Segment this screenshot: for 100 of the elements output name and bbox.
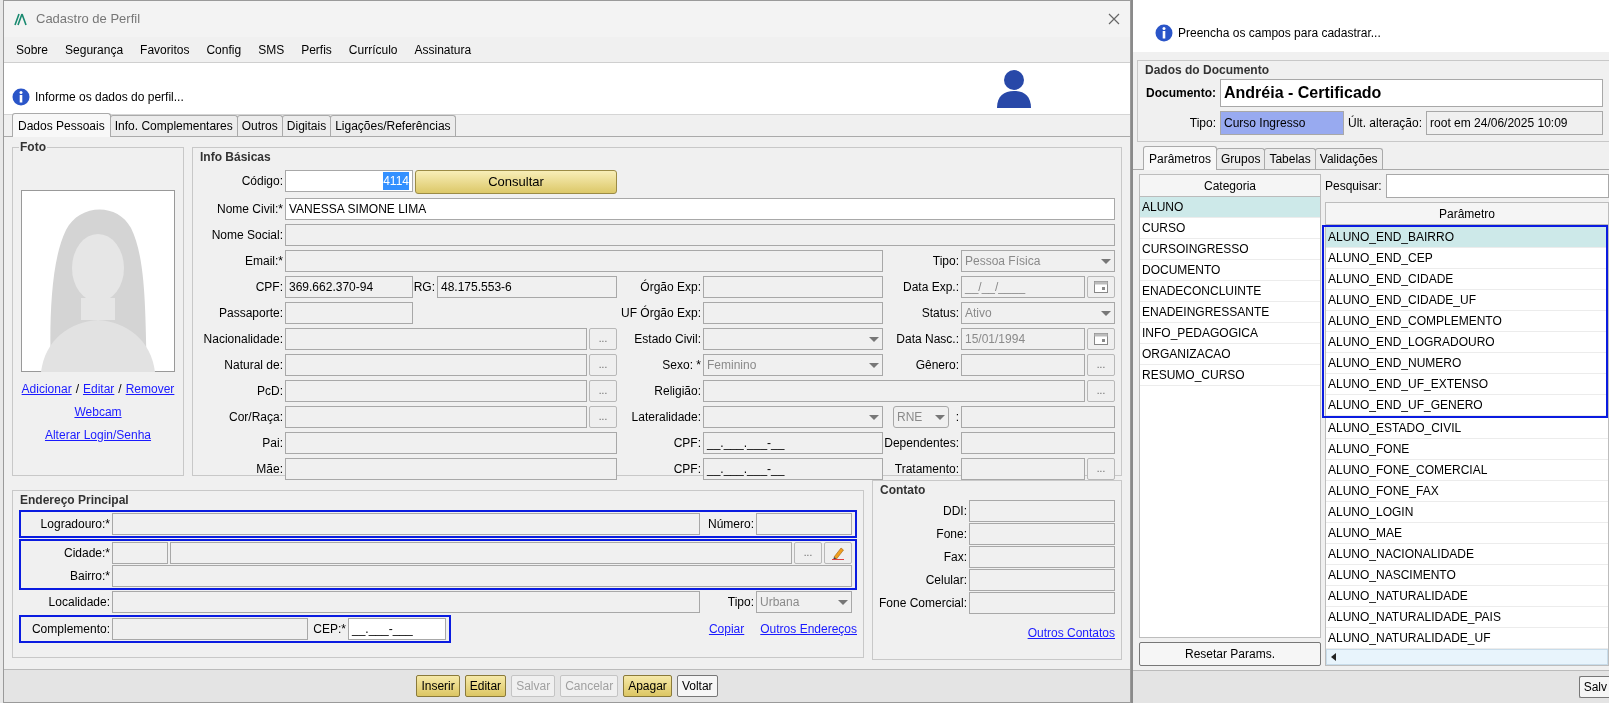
link[interactable]: Remover bbox=[125, 380, 175, 398]
field-label: Estado Civil: bbox=[633, 331, 701, 348]
input-field[interactable] bbox=[969, 569, 1115, 591]
close-icon[interactable] bbox=[1108, 13, 1120, 25]
table-row[interactable]: ALUNO_ESTADO_CIVIL bbox=[1326, 418, 1608, 439]
menu-item[interactable]: Config bbox=[206, 40, 242, 59]
table-row[interactable]: ALUNO_FONE bbox=[1326, 439, 1608, 460]
list-item[interactable]: CURSO bbox=[1140, 218, 1320, 239]
input-field[interactable] bbox=[969, 546, 1115, 568]
save-button[interactable]: Salv bbox=[1578, 676, 1609, 698]
tab[interactable]: Validações bbox=[1314, 148, 1383, 169]
list-item[interactable]: ENADECONCLUINTE bbox=[1140, 281, 1320, 302]
logo-icon bbox=[14, 12, 28, 26]
tab[interactable]: Dados Pessoais bbox=[12, 113, 111, 137]
table-row[interactable]: ALUNO_END_LOGRADOURO bbox=[1326, 332, 1606, 353]
list-item[interactable]: DOCUMENTO bbox=[1140, 260, 1320, 281]
field-label: Gênero: bbox=[914, 357, 959, 374]
field-label: CEP:* bbox=[312, 621, 346, 638]
action-button[interactable]: Apagar bbox=[623, 675, 672, 697]
search-field[interactable] bbox=[1385, 174, 1609, 198]
input-field[interactable] bbox=[969, 500, 1115, 522]
table-row[interactable]: ALUNO_END_NUMERO bbox=[1326, 353, 1606, 374]
info-icon bbox=[12, 88, 30, 106]
calendar-button[interactable] bbox=[1087, 328, 1115, 350]
input-field[interactable]: __.___-___ bbox=[348, 618, 446, 640]
table-row[interactable]: ALUNO_LOGIN bbox=[1326, 502, 1608, 523]
table-row[interactable]: ALUNO_END_UF_EXTENSO bbox=[1326, 374, 1606, 395]
table-row[interactable]: ALUNO_END_COMPLEMENTO bbox=[1326, 311, 1606, 332]
menu-item[interactable]: Sobre bbox=[16, 40, 49, 59]
ellipsis-button[interactable]: ... bbox=[1087, 354, 1115, 376]
list-item[interactable]: CURSOINGRESSO bbox=[1140, 239, 1320, 260]
calendar-button[interactable] bbox=[1087, 276, 1115, 298]
field-label: Órgão Exp: bbox=[639, 278, 701, 296]
field-label: CPF: bbox=[254, 279, 283, 296]
table-row[interactable]: ALUNO_END_CIDADE_UF bbox=[1326, 290, 1606, 311]
ellipsis-button[interactable]: ... bbox=[1087, 458, 1115, 480]
field-label: Localidade: bbox=[47, 594, 110, 611]
menu-item[interactable]: Segurança bbox=[65, 40, 124, 59]
window-title: Cadastro de Perfil bbox=[36, 10, 141, 29]
reset-button[interactable]: Resetar Params. bbox=[1139, 642, 1321, 666]
ellipsis-button[interactable]: ... bbox=[1087, 380, 1115, 402]
field-label: Fone Comercial: bbox=[879, 595, 968, 612]
field-label: Últ. alteração: bbox=[1348, 114, 1423, 132]
list-item[interactable]: ORGANIZACAO bbox=[1140, 344, 1320, 365]
table-row[interactable]: ALUNO_FONE_FAX bbox=[1326, 481, 1608, 502]
link[interactable]: Alterar Login/Senha bbox=[44, 426, 152, 444]
link[interactable]: Webcam bbox=[74, 403, 122, 421]
menu-item[interactable]: Favoritos bbox=[140, 40, 190, 59]
table-row[interactable]: ALUNO_END_CIDADE bbox=[1326, 269, 1606, 290]
table-row[interactable]: ALUNO_END_UF_GENERO bbox=[1326, 395, 1606, 416]
input-field[interactable] bbox=[969, 592, 1115, 614]
info-icon bbox=[1155, 24, 1173, 42]
input-field[interactable]: VANESSA SIMONE LIMA bbox=[285, 198, 1115, 220]
tab[interactable]: Outros bbox=[236, 115, 283, 136]
menu-item[interactable]: SMS bbox=[258, 40, 285, 59]
tab[interactable]: Ligações/Referências bbox=[330, 115, 456, 136]
input-field[interactable]: Curso Ingresso bbox=[1220, 111, 1344, 135]
field-label: Natural de: bbox=[223, 357, 283, 374]
link[interactable]: Adicionar bbox=[21, 380, 72, 398]
link[interactable]: Copiar bbox=[708, 619, 745, 638]
tab[interactable]: Grupos bbox=[1216, 148, 1266, 169]
table-row[interactable]: ALUNO_NATURALIDADE_PAIS bbox=[1326, 607, 1608, 628]
list-item[interactable]: ALUNO bbox=[1140, 197, 1320, 218]
action-button[interactable]: Inserir bbox=[416, 675, 460, 697]
input-field[interactable] bbox=[969, 523, 1115, 545]
input-field[interactable]: Andréia - Certificado bbox=[1220, 79, 1603, 107]
menu-item[interactable]: Currículo bbox=[348, 40, 398, 59]
table-row[interactable]: ALUNO_END_CEP bbox=[1326, 248, 1606, 269]
caret-icon bbox=[869, 414, 879, 420]
action-button[interactable]: Editar bbox=[464, 675, 507, 697]
action-button[interactable]: Voltar bbox=[676, 675, 718, 697]
tab[interactable]: Tabelas bbox=[1264, 148, 1316, 169]
list-item[interactable]: INFO_PEDAGOGICA bbox=[1140, 323, 1320, 344]
edit-button[interactable] bbox=[824, 542, 852, 564]
ellipsis-button[interactable]: ... bbox=[794, 542, 822, 564]
input-field[interactable]: root em 24/06/2025 10:09 bbox=[1426, 111, 1603, 135]
caret-icon bbox=[1101, 258, 1111, 264]
tab[interactable]: Parâmetros bbox=[1143, 146, 1218, 170]
list-item[interactable]: ENADEINGRESSANTE bbox=[1140, 302, 1320, 323]
table-row[interactable]: ALUNO_NASCIMENTO bbox=[1326, 565, 1608, 586]
table-row[interactable]: ALUNO_MAE bbox=[1326, 523, 1608, 544]
menu-item[interactable]: Assinatura bbox=[414, 40, 472, 59]
ellipsis-button[interactable]: ... bbox=[589, 328, 617, 350]
table-row[interactable]: ALUNO_NACIONALIDADE bbox=[1326, 544, 1608, 565]
menu-item[interactable]: Perfis bbox=[301, 40, 332, 59]
link[interactable]: Editar bbox=[83, 380, 115, 398]
link[interactable]: Outros Contatos bbox=[1027, 624, 1115, 642]
tab[interactable]: Info. Complementares bbox=[109, 115, 238, 136]
link[interactable]: Outros Endereços bbox=[760, 619, 857, 638]
table-row[interactable]: ALUNO_END_BAIRRO bbox=[1326, 227, 1606, 248]
table-row[interactable]: ALUNO_NATURALIDADE bbox=[1326, 586, 1608, 607]
ellipsis-button[interactable]: ... bbox=[589, 406, 617, 428]
tab[interactable]: Digitais bbox=[281, 115, 332, 136]
table-row[interactable]: ALUNO_FONE_COMERCIAL bbox=[1326, 460, 1608, 481]
consult-button[interactable]: Consultar bbox=[415, 170, 617, 194]
scrollbar[interactable] bbox=[1326, 649, 1608, 665]
field-label: UF Órgão Exp: bbox=[619, 304, 701, 322]
list-item[interactable]: RESUMO_CURSO bbox=[1140, 365, 1320, 386]
ellipsis-button[interactable]: ... bbox=[589, 380, 617, 402]
ellipsis-button[interactable]: ... bbox=[589, 354, 617, 376]
